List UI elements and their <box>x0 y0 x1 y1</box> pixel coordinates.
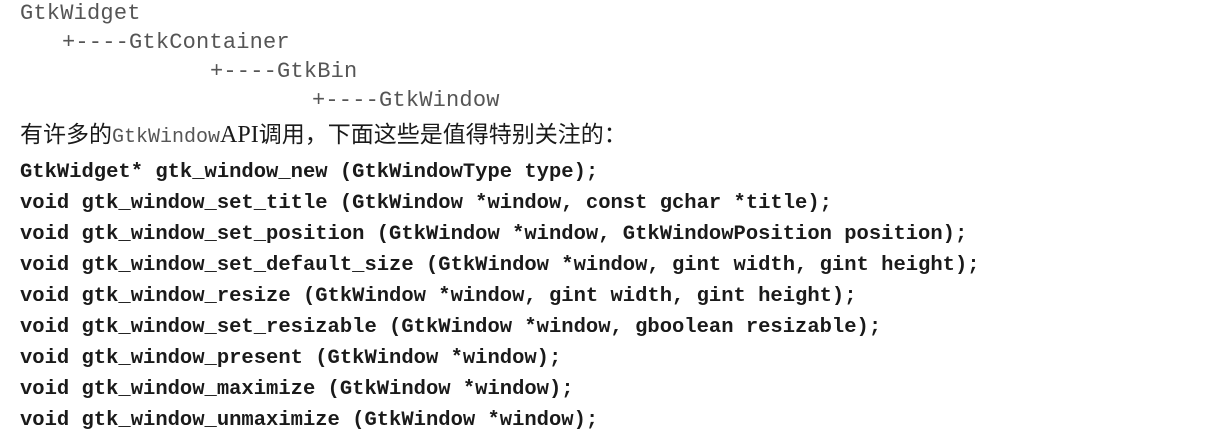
intro-text-after: 调用，下面这些是值得特别关注的： <box>258 122 627 148</box>
code-line-set-title: void gtk_window_set_title (GtkWindow *wi… <box>20 192 832 215</box>
code-line-present: void gtk_window_present (GtkWindow *wind… <box>20 347 562 370</box>
document-page: GtkWidget +----GtkContainer +----GtkBin … <box>0 0 1210 445</box>
intro-class-name: GtkWindow <box>112 126 221 149</box>
hierarchy-gtkwidget: GtkWidget <box>20 1 141 26</box>
code-line-set-default-size: void gtk_window_set_default_size (GtkWin… <box>20 254 980 277</box>
intro-api: API <box>220 122 259 148</box>
hierarchy-gtkbin: +----GtkBin <box>210 59 358 84</box>
code-line-maximize: void gtk_window_maximize (GtkWindow *win… <box>20 378 574 401</box>
intro-paragraph: 有许多的GtkWindowAPI调用，下面这些是值得特别关注的： <box>20 118 627 152</box>
intro-text-before: 有许多的 <box>20 122 112 148</box>
code-line-set-resizable: void gtk_window_set_resizable (GtkWindow… <box>20 316 882 339</box>
hierarchy-gtkcontainer: +----GtkContainer <box>62 30 290 55</box>
code-line-unmaximize: void gtk_window_unmaximize (GtkWindow *w… <box>20 409 599 432</box>
function-list: GtkWidget* gtk_window_new (GtkWindowType… <box>20 157 1200 436</box>
code-line-set-position: void gtk_window_set_position (GtkWindow … <box>20 223 968 246</box>
code-line-resize: void gtk_window_resize (GtkWindow *windo… <box>20 285 857 308</box>
hierarchy-gtkwindow: +----GtkWindow <box>312 88 500 113</box>
code-line-window-new: GtkWidget* gtk_window_new (GtkWindowType… <box>20 161 599 184</box>
